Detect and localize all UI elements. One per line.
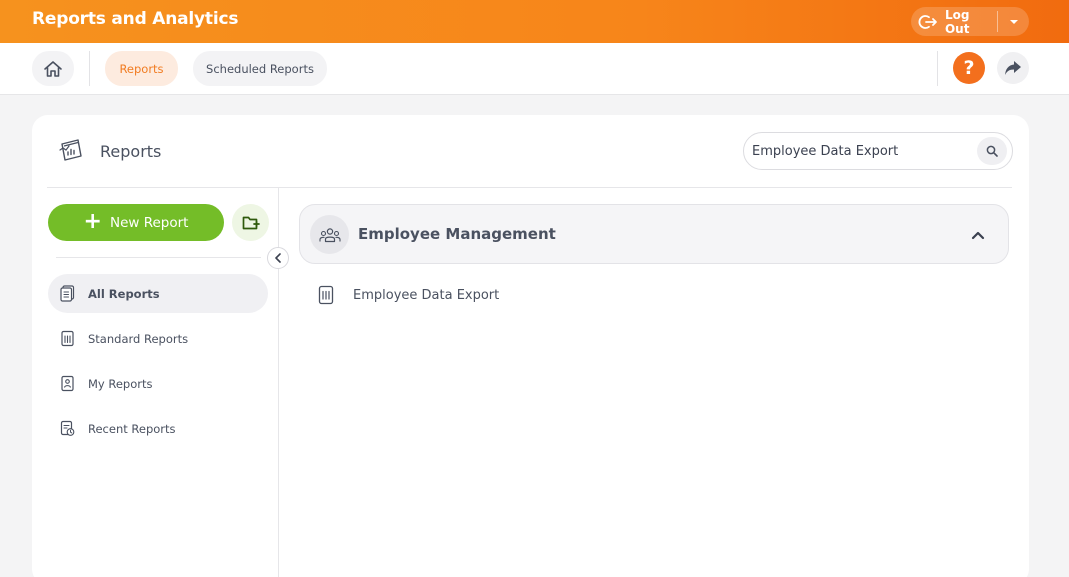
- sidebar-item-label: My Reports: [88, 376, 153, 391]
- report-item-employee-data-export[interactable]: Employee Data Export: [317, 282, 617, 308]
- share-arrow-icon: [1005, 61, 1021, 75]
- sidebar-item-label: Recent Reports: [88, 421, 176, 436]
- collapse-group-button[interactable]: [968, 225, 988, 245]
- sidebar-item-standard-reports[interactable]: Standard Reports: [48, 319, 268, 358]
- plus-icon: +: [83, 208, 102, 234]
- top-bar: Reports and Analytics Log Out: [0, 0, 1069, 43]
- logout-icon: [918, 14, 937, 29]
- app-title: Reports and Analytics: [32, 9, 239, 29]
- share-button[interactable]: [997, 52, 1029, 84]
- reports-chart-icon: [58, 137, 84, 167]
- new-folder-button[interactable]: [232, 204, 269, 241]
- all-reports-icon: [60, 285, 75, 302]
- logout-dropdown-button[interactable]: [1002, 7, 1026, 36]
- search-box: [743, 132, 1013, 170]
- group-title: Employee Management: [358, 225, 556, 243]
- sidebar-divider: [278, 187, 279, 577]
- new-report-button[interactable]: + New Report: [48, 204, 224, 241]
- collapse-sidebar-button[interactable]: [267, 247, 289, 269]
- logout-button[interactable]: Log Out: [911, 7, 998, 36]
- nav-divider-right: [937, 51, 938, 86]
- sidebar-item-label: All Reports: [88, 286, 160, 301]
- sidebar-item-my-reports[interactable]: My Reports: [48, 364, 268, 403]
- folder-add-icon: [242, 216, 260, 229]
- chevron-left-icon: [275, 253, 281, 263]
- sidebar-separator: [56, 257, 261, 258]
- report-item-label: Employee Data Export: [353, 287, 500, 303]
- report-document-icon: [318, 285, 334, 305]
- tab-scheduled-reports[interactable]: Scheduled Reports: [193, 51, 327, 86]
- home-icon: [44, 60, 62, 77]
- nav-bar: Reports Scheduled Reports ?: [0, 43, 1069, 95]
- sidebar-item-label: Standard Reports: [88, 331, 189, 346]
- nav-divider: [89, 51, 90, 86]
- search-input[interactable]: [752, 141, 972, 161]
- search-icon: [986, 145, 998, 157]
- my-reports-icon: [61, 375, 74, 392]
- chevron-up-icon: [971, 231, 985, 239]
- logout-group: Log Out: [911, 7, 1029, 36]
- help-button[interactable]: ?: [953, 52, 985, 84]
- card-divider: [47, 187, 1012, 188]
- reports-card: Reports + New Report All R: [32, 115, 1029, 577]
- new-report-label: New Report: [109, 214, 189, 231]
- search-button[interactable]: [977, 137, 1007, 165]
- caret-down-icon: [1010, 19, 1018, 24]
- standard-reports-icon: [61, 330, 74, 347]
- page-title: Reports: [100, 142, 162, 161]
- tab-reports[interactable]: Reports: [105, 51, 178, 86]
- logout-label: Log Out: [944, 7, 970, 36]
- recent-reports-icon: [60, 420, 75, 436]
- home-button[interactable]: [32, 51, 74, 86]
- sidebar-item-all-reports[interactable]: All Reports: [48, 274, 268, 313]
- sidebar-item-recent-reports[interactable]: Recent Reports: [48, 409, 268, 448]
- group-people-icon: [310, 215, 349, 254]
- logout-divider: [997, 11, 998, 32]
- group-header-employee-management[interactable]: Employee Management: [299, 204, 1009, 264]
